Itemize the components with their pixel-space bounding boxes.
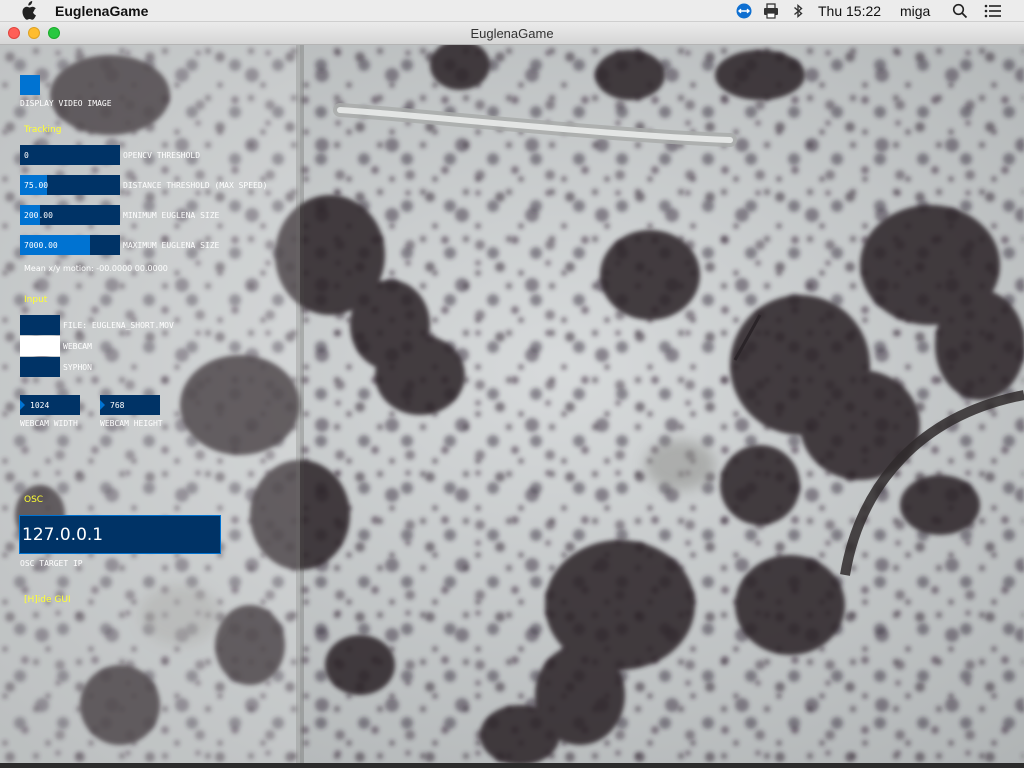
display-video-label: DISPLAY VIDEO IMAGE bbox=[20, 99, 112, 108]
opencv-threshold-label: OPENCV THRESHOLD bbox=[123, 151, 201, 160]
input-webcam-label: WEBCAM bbox=[63, 342, 92, 351]
increment-arrow-icon bbox=[20, 400, 25, 410]
input-syphon-label: SYPHON bbox=[63, 363, 92, 372]
distance-threshold-label: DISTANCE THRESHOLD (MAX SPEED) bbox=[123, 181, 268, 190]
webcam-height-value: 768 bbox=[110, 401, 125, 410]
minimum-euglena-size-slider[interactable]: 200.00 bbox=[20, 205, 120, 225]
notification-center-icon[interactable] bbox=[984, 3, 1002, 19]
bluetooth-icon[interactable] bbox=[790, 3, 806, 19]
window-title-bar[interactable]: EuglenaGame bbox=[0, 22, 1024, 45]
app-menu-name[interactable]: EuglenaGame bbox=[55, 3, 148, 19]
hide-gui-hint: [H]ide GUI bbox=[24, 595, 71, 605]
input-webcam-toggle[interactable] bbox=[20, 336, 60, 356]
control-gui-panel: DISPLAY VIDEO IMAGE Tracking 0 OPENCV TH… bbox=[0, 45, 300, 763]
window-title: EuglenaGame bbox=[470, 26, 554, 41]
input-header: Input bbox=[24, 295, 48, 305]
menubar-user[interactable]: miga bbox=[900, 3, 930, 19]
menubar-clock[interactable]: Thu 15:22 bbox=[818, 3, 881, 19]
tracking-header: Tracking bbox=[24, 125, 62, 135]
slider-value: 0 bbox=[24, 151, 29, 160]
webcam-height-label: WEBCAM HEIGHT bbox=[100, 419, 163, 428]
display-video-toggle[interactable] bbox=[20, 75, 40, 95]
minimum-euglena-size-label: MINIMUM EUGLENA SIZE bbox=[123, 211, 220, 220]
input-file-toggle[interactable] bbox=[20, 315, 60, 335]
webcam-width-value: 1024 bbox=[30, 401, 50, 410]
printer-icon[interactable] bbox=[763, 3, 779, 19]
input-syphon-toggle[interactable] bbox=[20, 357, 60, 377]
osc-target-ip-field[interactable]: 127.0.0.1 bbox=[19, 515, 221, 554]
opencv-threshold-slider[interactable]: 0 bbox=[20, 145, 120, 165]
slider-value: 200.00 bbox=[24, 211, 53, 220]
apple-icon[interactable] bbox=[19, 1, 37, 21]
slider-value: 7000.00 bbox=[24, 241, 58, 250]
osc-header: OSC bbox=[24, 495, 44, 505]
webcam-width-input[interactable]: 1024 bbox=[20, 395, 80, 415]
spotlight-search-icon[interactable] bbox=[952, 3, 968, 19]
teamviewer-icon[interactable] bbox=[736, 3, 752, 19]
maximum-euglena-size-label: MAXIMUM EUGLENA SIZE bbox=[123, 241, 220, 250]
slider-value: 75.00 bbox=[24, 181, 49, 190]
webcam-width-label: WEBCAM WIDTH bbox=[20, 419, 78, 428]
input-file-label: FILE: EUGLENA_SHORT.MOV bbox=[63, 321, 174, 330]
osc-target-ip-value: 127.0.0.1 bbox=[22, 525, 104, 545]
app-canvas[interactable]: DISPLAY VIDEO IMAGE Tracking 0 OPENCV TH… bbox=[0, 45, 1024, 763]
webcam-height-input[interactable]: 768 bbox=[100, 395, 160, 415]
window-bottom-edge bbox=[0, 763, 1024, 768]
increment-arrow-icon bbox=[100, 400, 105, 410]
distance-threshold-slider[interactable]: 75.00 bbox=[20, 175, 120, 195]
motion-readout: Mean x/y motion: -00.0000 00.0000 bbox=[24, 264, 168, 273]
maximum-euglena-size-slider[interactable]: 7000.00 bbox=[20, 235, 120, 255]
osc-target-ip-label: OSC TARGET IP bbox=[20, 559, 83, 568]
menu-bar: EuglenaGame Thu 15:22 miga bbox=[0, 0, 1024, 22]
